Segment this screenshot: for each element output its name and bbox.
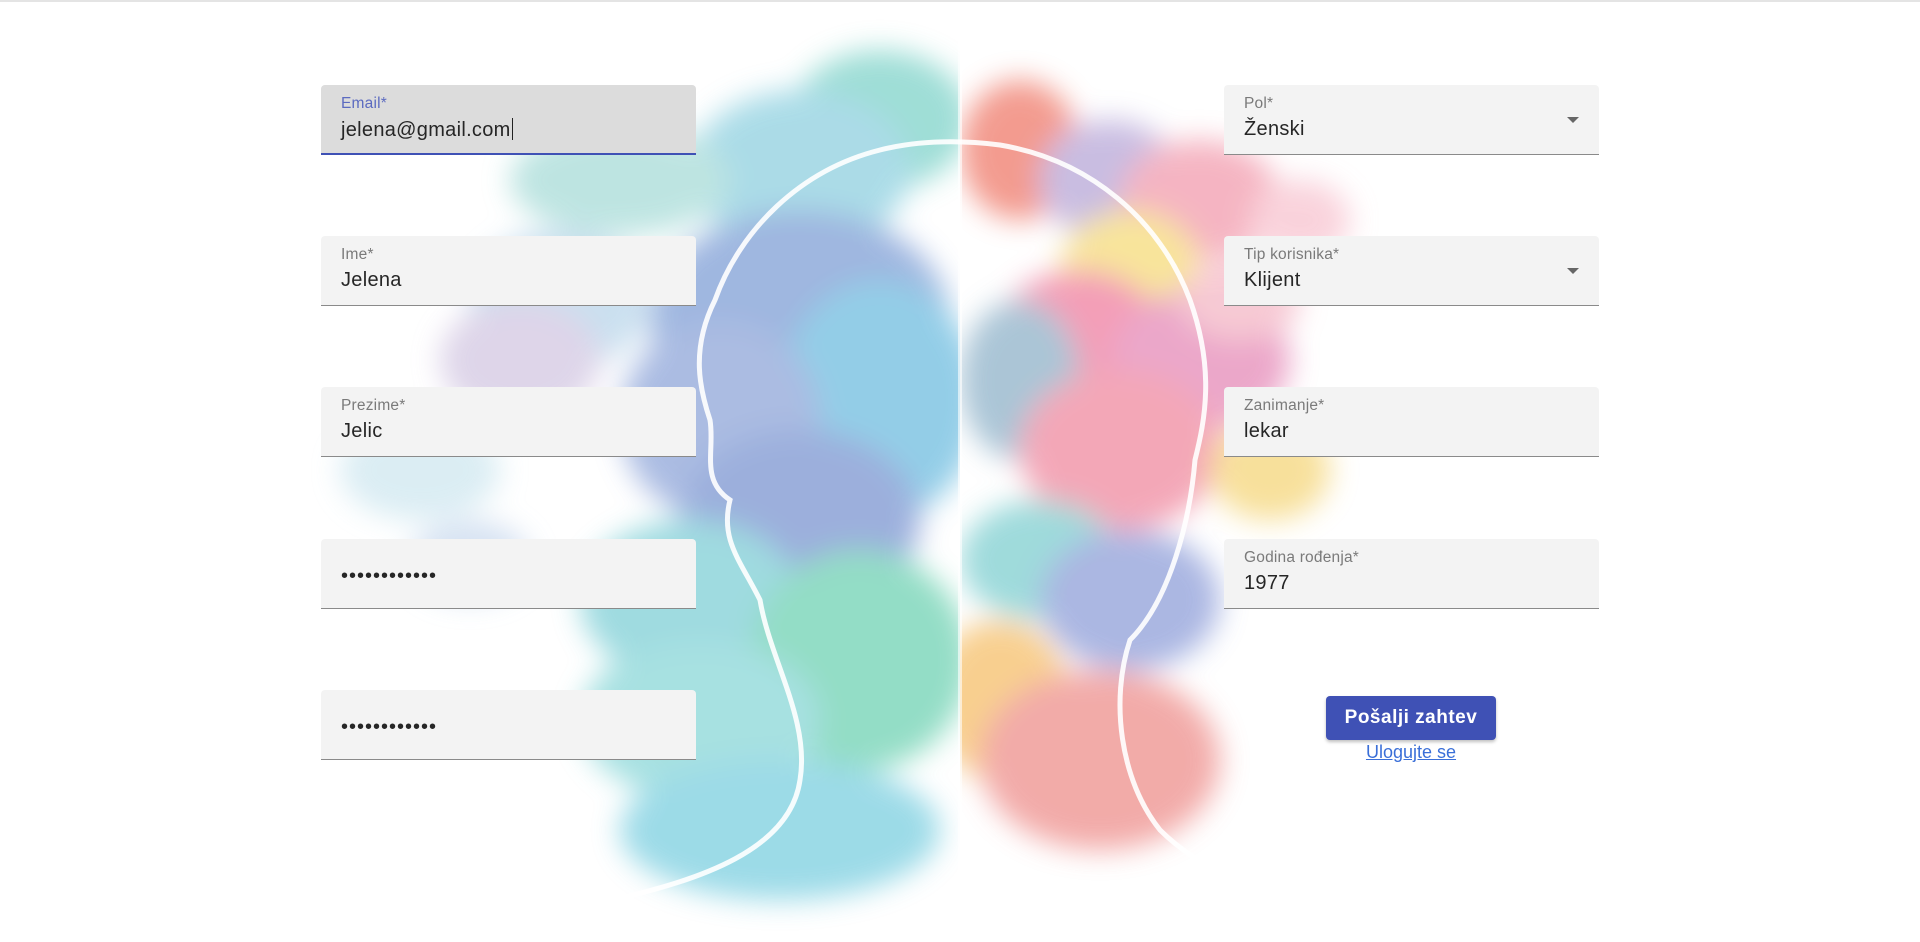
occupation-field[interactable]: Zanimanje* lekar — [1224, 387, 1599, 457]
registration-page: Email* jelena@gmail.com Ime* Jelena Prez… — [0, 0, 1920, 942]
email-input[interactable]: jelena@gmail.com — [341, 118, 513, 142]
chevron-down-icon[interactable] — [1567, 268, 1579, 274]
gender-value: Ženski — [1244, 118, 1305, 140]
chevron-down-icon[interactable] — [1567, 117, 1579, 123]
occupation-input[interactable]: lekar — [1244, 420, 1289, 443]
birth-year-label: Godina rođenja* — [1244, 549, 1360, 566]
email-label: Email* — [341, 95, 387, 112]
first-name-label: Ime* — [341, 246, 374, 263]
email-field[interactable]: Email* jelena@gmail.com — [321, 85, 696, 155]
gender-select[interactable]: Pol* Ženski — [1224, 85, 1599, 155]
first-name-field[interactable]: Ime* Jelena — [321, 236, 696, 306]
user-type-select[interactable]: Tip korisnika* Klijent — [1224, 236, 1599, 306]
password-field[interactable]: •••••••••••• — [321, 539, 696, 609]
first-name-input[interactable]: Jelena — [341, 269, 402, 292]
last-name-field[interactable]: Prezime* Jelic — [321, 387, 696, 457]
password-input[interactable]: •••••••••••• — [341, 565, 437, 588]
birth-year-field[interactable]: Godina rođenja* 1977 — [1224, 539, 1599, 609]
confirm-password-field[interactable]: •••••••••••• — [321, 690, 696, 760]
birth-year-input[interactable]: 1977 — [1244, 572, 1290, 595]
user-type-value: Klijent — [1244, 269, 1301, 291]
gender-label: Pol* — [1244, 95, 1274, 112]
login-link[interactable]: Ulogujte se — [1326, 742, 1496, 763]
text-caret — [511, 118, 513, 140]
watercolor-head-illustration — [340, 20, 1350, 913]
user-type-label: Tip korisnika* — [1244, 246, 1340, 263]
occupation-label: Zanimanje* — [1244, 397, 1325, 414]
confirm-password-input[interactable]: •••••••••••• — [341, 716, 437, 739]
last-name-input[interactable]: Jelic — [341, 420, 383, 443]
submit-request-button[interactable]: Pošalji zahtev — [1326, 696, 1496, 740]
last-name-label: Prezime* — [341, 397, 406, 414]
